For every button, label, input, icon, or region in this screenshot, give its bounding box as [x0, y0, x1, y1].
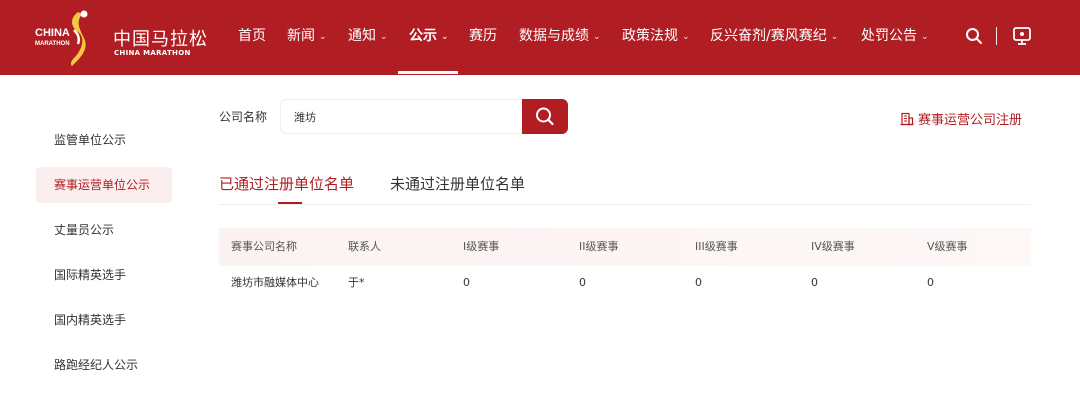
cell-level-3: 0 — [695, 276, 702, 289]
nav-active-indicator — [398, 71, 458, 74]
nav-label: 公示 — [409, 28, 437, 44]
building-icon — [900, 112, 914, 125]
sidebar-item-label: 国际精英选手 — [54, 268, 127, 282]
nav-label: 通知 — [348, 28, 376, 44]
sidebar-item-domestic-elite[interactable]: 国内精英选手 — [36, 302, 172, 338]
cell-contact: 于* — [348, 276, 365, 289]
nav-data-results[interactable]: 数据与成绩 ⌄ — [519, 25, 601, 47]
nav-label: 数据与成绩 — [519, 28, 589, 44]
chevron-down-icon: ⌄ — [682, 32, 690, 42]
nav-label: 首页 — [238, 28, 266, 44]
sidebar-item-intl-elite[interactable]: 国际精英选手 — [36, 257, 172, 293]
search-button[interactable] — [522, 99, 568, 134]
table-row: 潍坊市融媒体中心 于* 0 0 0 0 0 — [219, 266, 1031, 300]
sidebar-item-label: 监管单位公示 — [54, 133, 127, 147]
nav-announcements[interactable]: 公示 ⌄ — [409, 25, 449, 47]
search-icon — [536, 107, 554, 126]
nav-label: 新闻 — [287, 28, 315, 44]
sidebar-item-regulators[interactable]: 监管单位公示 — [36, 122, 172, 158]
tab-divider — [219, 204, 1031, 205]
column-header: 联系人 — [348, 240, 381, 253]
nav-anti-doping[interactable]: 反兴奋剂/赛风赛纪 ⌄ — [710, 25, 838, 47]
nav-label: 反兴奋剂/赛风赛纪 — [710, 28, 827, 44]
logo-mark-text-marathon: MARATHON — [35, 41, 70, 47]
sidebar-item-label: 赛事运营单位公示 — [54, 178, 151, 192]
sidebar-item-agents[interactable]: 路跑经纪人公示 — [36, 347, 172, 383]
column-header: 赛事公司名称 — [231, 240, 297, 253]
logo-name-cn: 中国马拉松 — [113, 29, 208, 50]
sidebar-item-measurers[interactable]: 丈量员公示 — [36, 212, 172, 248]
top-header: CHINA MARATHON 中国马拉松 CHINA MARATHON 首页 新… — [0, 0, 1080, 75]
column-header: I级赛事 — [463, 240, 500, 253]
chevron-down-icon: ⌄ — [921, 32, 929, 42]
column-header: IV级赛事 — [811, 240, 855, 253]
header-divider — [996, 27, 997, 45]
marathon-logo-icon: CHINA MARATHON — [35, 10, 88, 66]
nav-news[interactable]: 新闻 ⌄ — [287, 25, 327, 47]
column-header: III级赛事 — [695, 240, 738, 253]
logo-name-en: CHINA MARATHON — [114, 49, 191, 57]
nav-label: 处罚公告 — [861, 28, 917, 44]
chevron-down-icon: ⌄ — [830, 32, 839, 42]
site-logo[interactable]: CHINA MARATHON 中国马拉松 CHINA MARATHON — [30, 8, 210, 66]
column-header: II级赛事 — [579, 240, 619, 253]
cell-level-4: 0 — [811, 276, 818, 289]
cell-level-1: 0 — [463, 276, 470, 289]
column-header: V级赛事 — [927, 240, 968, 253]
cell-company-name: 潍坊市融媒体中心 — [231, 276, 319, 289]
sidebar-item-label: 路跑经纪人公示 — [54, 358, 139, 372]
company-name-label: 公司名称 — [219, 110, 268, 124]
nav-policies[interactable]: 政策法规 ⌄ — [622, 25, 690, 47]
tab-approved[interactable]: 已通过注册单位名单 — [219, 173, 354, 194]
nav-notices[interactable]: 通知 ⌄ — [348, 25, 388, 47]
chevron-down-icon: ⌄ — [319, 32, 327, 42]
operator-register-link[interactable]: 赛事运营公司注册 — [900, 109, 1022, 128]
cell-level-2: 0 — [579, 276, 586, 289]
company-search-input[interactable] — [280, 99, 524, 134]
nav-calendar[interactable]: 赛历 — [469, 25, 497, 47]
cell-level-5: 0 — [927, 276, 934, 289]
nav-label: 政策法规 — [622, 28, 678, 44]
chevron-down-icon: ⌄ — [593, 32, 601, 42]
register-link-label: 赛事运营公司注册 — [918, 113, 1023, 128]
nav-home[interactable]: 首页 — [238, 25, 266, 47]
chevron-down-icon: ⌄ — [380, 32, 388, 42]
logo-mark-text-china: CHINA — [35, 27, 70, 39]
sidebar-item-label: 国内精英选手 — [54, 313, 127, 327]
tab-rejected[interactable]: 未通过注册单位名单 — [390, 173, 525, 194]
nav-label: 赛历 — [469, 28, 497, 44]
table-header: 赛事公司名称 联系人 I级赛事 II级赛事 III级赛事 IV级赛事 V级赛事 — [219, 228, 1031, 266]
search-icon[interactable] — [965, 27, 983, 45]
chevron-down-icon: ⌄ — [441, 32, 449, 42]
sidebar-item-label: 丈量员公示 — [54, 223, 115, 237]
monitor-icon[interactable] — [1012, 26, 1032, 46]
sidebar-item-operators[interactable]: 赛事运营单位公示 — [36, 167, 172, 203]
nav-penalties[interactable]: 处罚公告 ⌄ — [861, 25, 929, 47]
